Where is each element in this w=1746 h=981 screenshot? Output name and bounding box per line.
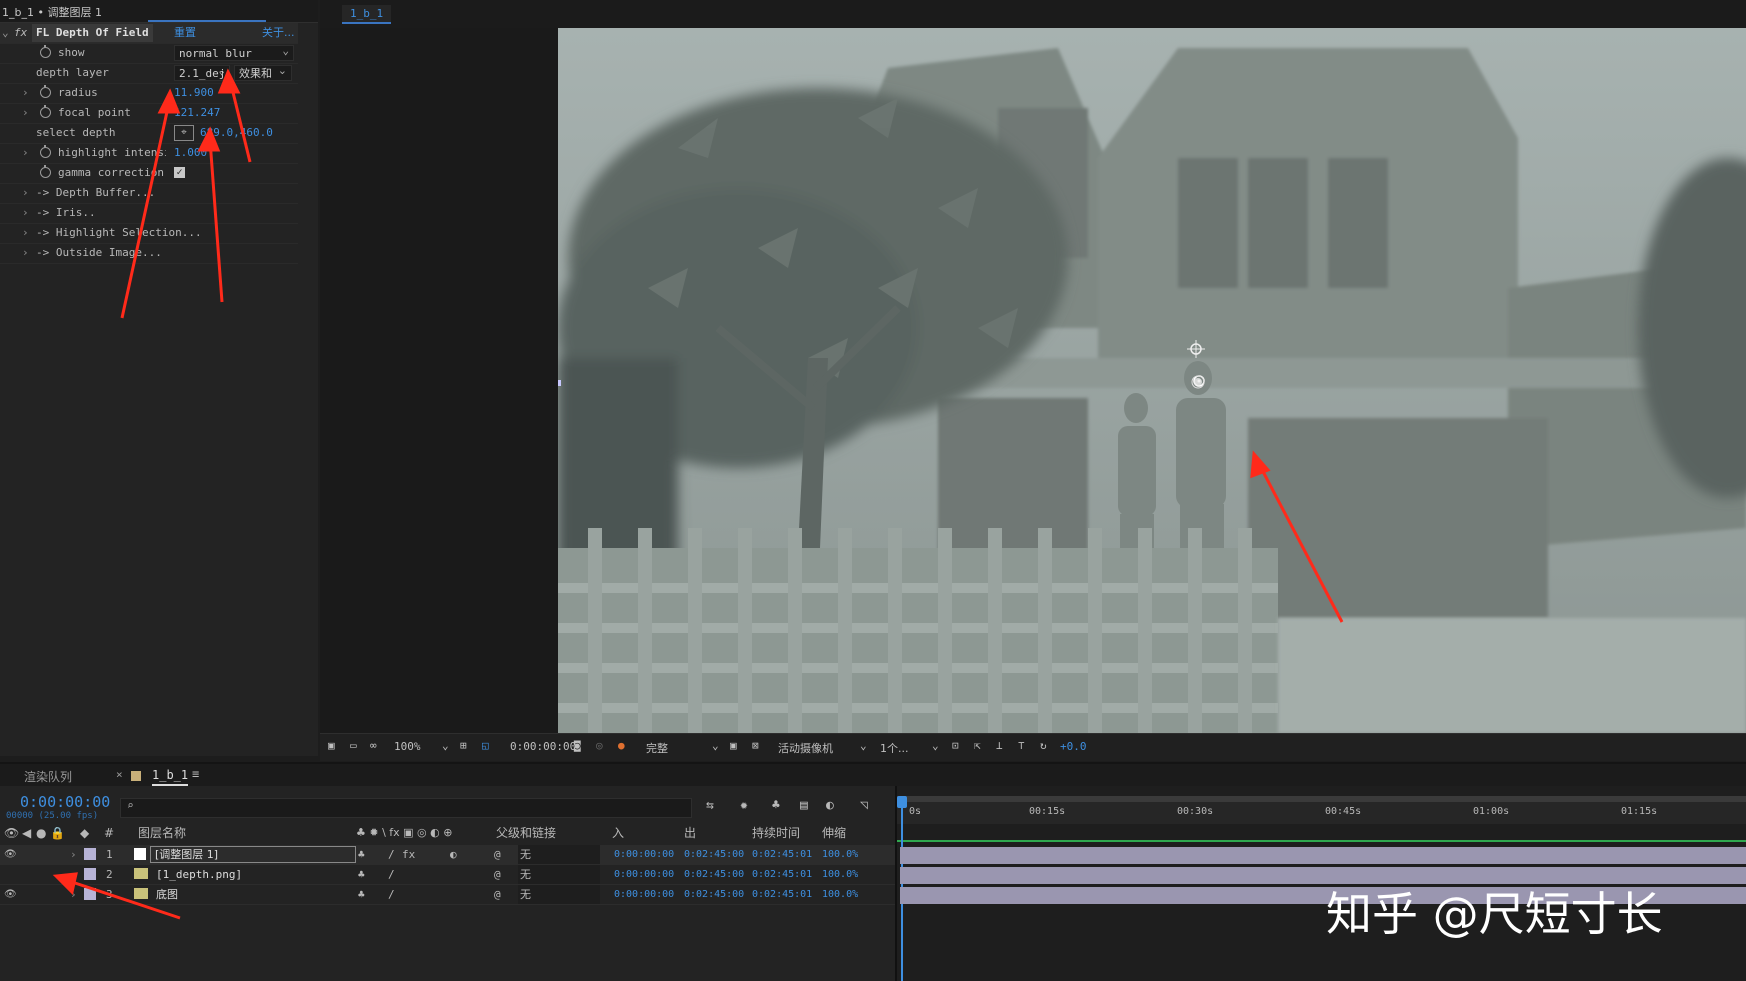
annotation-arrows: [52, 68, 1344, 920]
